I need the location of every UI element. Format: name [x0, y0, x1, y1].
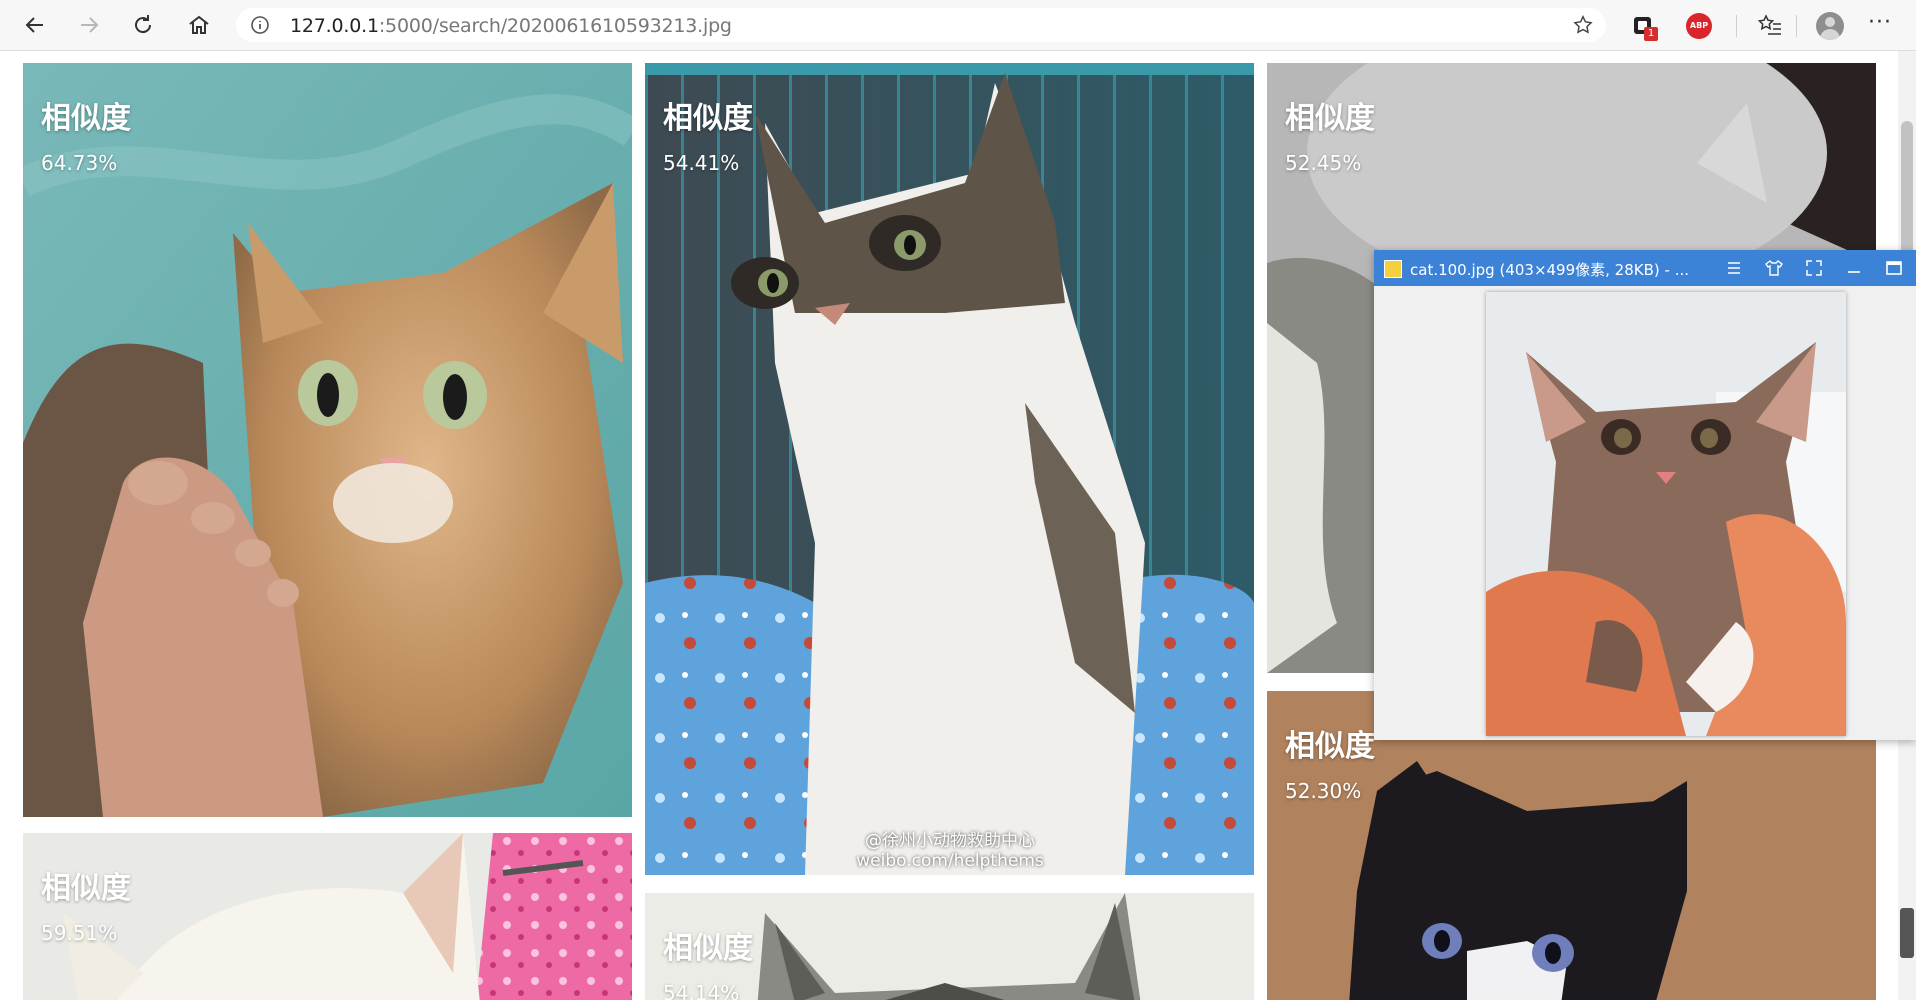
- home-button[interactable]: [180, 6, 218, 44]
- toolbar-divider: [1796, 15, 1797, 37]
- similarity-score: 59.51%: [41, 921, 118, 945]
- refresh-button[interactable]: [124, 6, 162, 44]
- toolbar-divider: [1736, 15, 1737, 37]
- result-card[interactable]: 相似度 54.41% @徐州小动物救助中心 weibo.com/helpthem…: [645, 63, 1254, 875]
- watermark-line-2: weibo.com/helpthems: [856, 851, 1044, 871]
- browser-toolbar: 127.0.0.1:5000/search/2020061610593213.j…: [0, 0, 1916, 51]
- favorite-star-icon[interactable]: [1572, 14, 1594, 36]
- watermark-line-1: @徐州小动物救助中心: [865, 831, 1035, 851]
- address-bar[interactable]: 127.0.0.1:5000/search/2020061610593213.j…: [236, 8, 1606, 42]
- viewer-image: [1486, 292, 1846, 736]
- result-card[interactable]: 相似度 54.14%: [645, 893, 1254, 1000]
- maximize-icon[interactable]: [1884, 258, 1904, 278]
- extension-badge: 1: [1644, 27, 1658, 41]
- cat-photo-1: [23, 63, 632, 817]
- scrollbar-thumb[interactable]: [1901, 121, 1913, 261]
- similarity-score: 64.73%: [41, 151, 118, 175]
- home-icon: [189, 15, 209, 34]
- result-card[interactable]: 相似度 64.73%: [23, 63, 632, 817]
- refresh-icon: [135, 15, 152, 34]
- viewer-title: cat.100.jpg (403×499像素, 28KB) - ...: [1410, 261, 1690, 279]
- viewer-titlebar[interactable]: cat.100.jpg (403×499像素, 28KB) - ...: [1374, 250, 1916, 286]
- similarity-label: 相似度: [663, 101, 753, 136]
- similarity-score: 54.41%: [663, 151, 740, 175]
- similarity-label: 相似度: [41, 871, 131, 906]
- cat-photo-4: [23, 833, 632, 1000]
- scrollbar-grip[interactable]: [1900, 908, 1914, 958]
- kitten-in-hand-photo: [1486, 292, 1846, 736]
- similarity-label: 相似度: [1285, 101, 1375, 136]
- back-button[interactable]: [16, 6, 54, 44]
- minimize-icon[interactable]: [1844, 258, 1864, 278]
- cat-photo-2: [645, 63, 1254, 875]
- info-icon[interactable]: [250, 15, 270, 35]
- skin-shirt-icon[interactable]: [1764, 258, 1784, 278]
- fullscreen-icon[interactable]: [1804, 258, 1824, 278]
- back-arrow-icon: [25, 17, 43, 33]
- forward-arrow-icon: [81, 17, 99, 33]
- photo-watermark: @徐州小动物救助中心 weibo.com/helpthems: [845, 831, 1055, 871]
- similarity-score: 52.45%: [1285, 151, 1362, 175]
- similarity-score: 54.14%: [663, 981, 740, 1000]
- profile-avatar[interactable]: [1816, 12, 1844, 40]
- favorites-icon[interactable]: [1756, 12, 1784, 40]
- url-path: :5000/search/2020061610593213.jpg: [378, 15, 732, 37]
- url-host: 127.0.0.1: [290, 15, 379, 37]
- menu-icon[interactable]: [1724, 258, 1744, 278]
- similarity-label: 相似度: [41, 101, 131, 136]
- forward-button[interactable]: [70, 6, 108, 44]
- more-menu-button[interactable]: ···: [1868, 10, 1892, 35]
- url-text[interactable]: 127.0.0.1:5000/search/2020061610593213.j…: [290, 15, 732, 37]
- similarity-label: 相似度: [663, 931, 753, 966]
- similarity-score: 52.30%: [1285, 779, 1362, 803]
- similarity-label: 相似度: [1285, 729, 1375, 764]
- image-viewer-window[interactable]: cat.100.jpg (403×499像素, 28KB) - ...: [1374, 250, 1916, 740]
- adblock-icon[interactable]: ABP: [1686, 13, 1712, 39]
- image-file-icon: [1384, 260, 1402, 278]
- result-card[interactable]: 相似度 59.51%: [23, 833, 632, 1000]
